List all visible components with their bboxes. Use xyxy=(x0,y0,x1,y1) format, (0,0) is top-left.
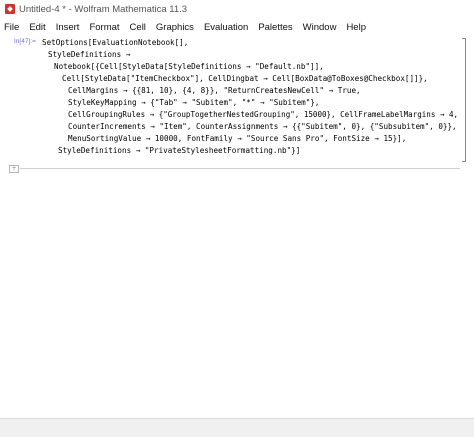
mathematica-icon xyxy=(5,4,15,14)
menu-graphics[interactable]: Graphics xyxy=(151,22,199,33)
menu-cell[interactable]: Cell xyxy=(125,22,151,33)
insertion-line xyxy=(20,168,460,169)
menu-edit[interactable]: Edit xyxy=(24,22,50,33)
title-bar: Untitled-4 * - Wolfram Mathematica 11.3 xyxy=(0,0,474,18)
input-cell[interactable]: SetOptions[EvaluationNotebook[], StyleDe… xyxy=(0,36,458,155)
code-line-10: StyleDefinitions → "PrivateStylesheetFor… xyxy=(58,146,301,155)
code-line-1: SetOptions[EvaluationNotebook[], xyxy=(42,38,189,47)
code-line-3: Notebook[{Cell[StyleData[StyleDefinition… xyxy=(54,62,324,71)
insertion-point-icon[interactable]: + xyxy=(9,165,19,173)
notebook-area[interactable]: In[47]:= SetOptions[EvaluationNotebook[]… xyxy=(0,36,474,416)
cell-bracket[interactable] xyxy=(462,38,466,162)
menu-format[interactable]: Format xyxy=(84,22,124,33)
window-title: Untitled-4 * - Wolfram Mathematica 11.3 xyxy=(19,3,188,15)
status-bar xyxy=(0,418,474,437)
menu-insert[interactable]: Insert xyxy=(51,22,85,33)
code-line-6: StyleKeyMapping → {"Tab" → "Subitem", "*… xyxy=(68,98,320,107)
code-line-7: CellGroupingRules → {"GroupTogetherNeste… xyxy=(68,110,459,119)
code-line-4: Cell[StyleData["ItemCheckbox"], CellDing… xyxy=(62,74,428,83)
code-line-8: CounterIncrements → "Item", CounterAssig… xyxy=(68,122,457,131)
menu-palettes[interactable]: Palettes xyxy=(253,22,297,33)
menu-bar: File Edit Insert Format Cell Graphics Ev… xyxy=(0,18,474,36)
menu-evaluation[interactable]: Evaluation xyxy=(199,22,253,33)
menu-window[interactable]: Window xyxy=(298,22,342,33)
code-line-9: MenuSortingValue → 10000, FontFamily → "… xyxy=(68,134,407,143)
code-line-2: StyleDefinitions → xyxy=(48,50,131,59)
menu-help[interactable]: Help xyxy=(341,22,371,33)
menu-file[interactable]: File xyxy=(0,22,24,33)
code-line-5: CellMargins → {{81, 10}, {4, 8}}, "Retur… xyxy=(68,86,361,95)
